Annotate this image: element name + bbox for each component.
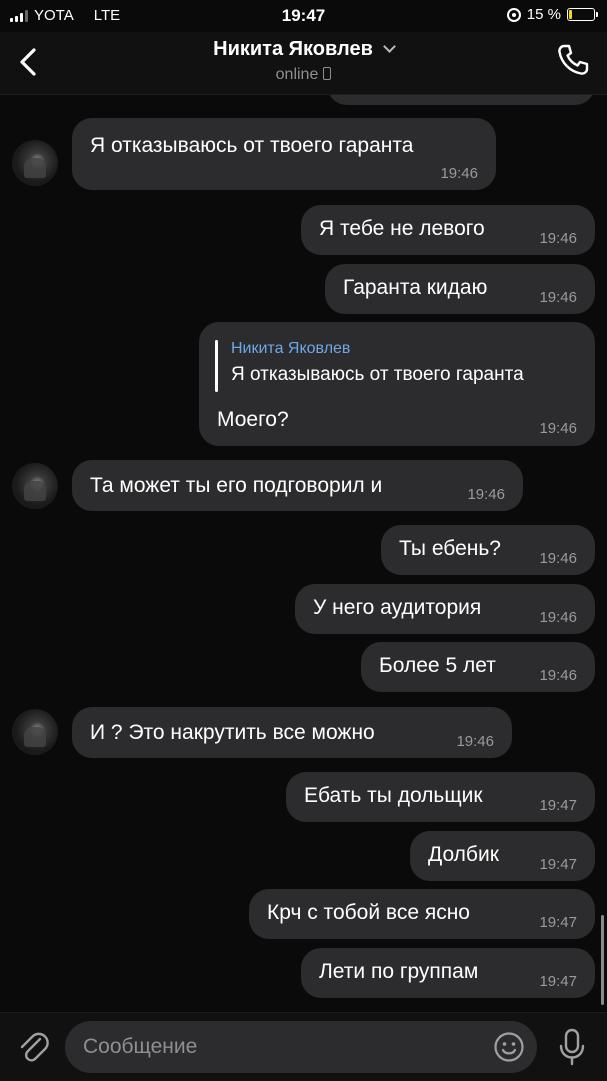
rotation-lock-icon — [506, 7, 521, 22]
message-time: 19:46 — [539, 289, 577, 306]
microphone-icon[interactable] — [556, 1027, 588, 1067]
outgoing-message[interactable]: Я тебе не левого 19:46 — [301, 205, 595, 255]
battery-level — [569, 10, 572, 19]
chat-header: Никита Яковлев online — [0, 32, 607, 95]
incoming-message[interactable]: И ? Это накрутить все можно 19:46 — [72, 707, 512, 758]
message-time: 19:47 — [539, 856, 577, 873]
outgoing-message[interactable]: Долбик 19:47 — [410, 831, 595, 881]
message-time: 19:47 — [539, 914, 577, 931]
status-bar: YOTA LTE 19:47 15 % — [0, 0, 607, 32]
reply-text[interactable]: Я отказываюсь от твоего гаранта — [231, 364, 524, 386]
message-time: 19:46 — [539, 550, 577, 567]
message-time: 19:46 — [539, 420, 577, 437]
message-text: Гаранта кидаю — [343, 276, 488, 299]
message-time: 19:47 — [539, 973, 577, 990]
message-bubble-partial — [327, 95, 595, 105]
outgoing-message[interactable]: Крч с тобой все ясно 19:47 — [249, 889, 595, 939]
message-placeholder: Сообщение — [83, 1035, 198, 1058]
message-time: 19:47 — [539, 797, 577, 814]
avatar[interactable] — [12, 463, 58, 509]
composer-bar: Сообщение — [0, 1012, 607, 1081]
presence-status: online — [0, 66, 607, 84]
message-text: Более 5 лет — [379, 654, 496, 677]
message-text: Ебать ты дольщик — [304, 784, 483, 807]
avatar[interactable] — [12, 140, 58, 186]
message-text: Долбик — [428, 843, 499, 866]
message-text: У него аудитория — [313, 596, 482, 619]
phone-call-icon[interactable] — [555, 42, 591, 78]
message-text: Лети по группам — [319, 960, 479, 983]
message-text: Ты ебень? — [399, 537, 501, 560]
contact-name: Никита Яковлев — [213, 38, 373, 60]
reply-quote-bar — [215, 340, 218, 392]
battery-percent: 15 % — [526, 6, 561, 23]
outgoing-message[interactable]: Гаранта кидаю 19:46 — [325, 264, 595, 314]
message-time: 19:46 — [539, 230, 577, 247]
outgoing-message[interactable]: Более 5 лет 19:46 — [361, 642, 595, 692]
outgoing-message[interactable]: Лети по группам 19:47 — [301, 948, 595, 998]
paperclip-icon[interactable] — [16, 1027, 50, 1065]
message-time: 19:46 — [539, 609, 577, 626]
avatar[interactable] — [12, 709, 58, 755]
message-input[interactable]: Сообщение — [65, 1021, 537, 1073]
reply-author[interactable]: Никита Яковлев — [231, 340, 350, 358]
incoming-message[interactable]: Я отказываюсь от твоего гаранта 19:46 — [72, 118, 496, 190]
chat-title[interactable]: Никита Яковлев — [0, 38, 607, 61]
message-text: И ? Это накрутить все можно — [90, 721, 375, 744]
message-time: 19:46 — [539, 667, 577, 684]
status-right: 15 % — [506, 6, 598, 23]
message-text: Я тебе не левого — [319, 217, 485, 240]
message-time: 19:46 — [467, 486, 505, 503]
message-text: Я отказываюсь от твоего гаранта — [90, 134, 414, 157]
chevron-down-icon — [383, 40, 396, 53]
message-text: Моего? — [217, 408, 289, 431]
message-time: 19:46 — [440, 165, 478, 182]
mobile-device-icon — [323, 67, 332, 80]
message-text: Та может ты его подговорил и — [90, 474, 383, 497]
outgoing-message[interactable]: Ты ебень? 19:46 — [381, 525, 595, 575]
message-text: Крч с тобой все ясно — [267, 901, 470, 924]
outgoing-message[interactable]: У него аудитория 19:46 — [295, 584, 595, 634]
battery-icon — [567, 8, 598, 21]
outgoing-message[interactable]: Ебать ты дольщик 19:47 — [286, 772, 595, 822]
emoji-icon[interactable] — [493, 1031, 525, 1063]
scrollbar[interactable] — [601, 915, 604, 1005]
message-time: 19:46 — [456, 733, 494, 750]
outgoing-reply-message[interactable]: Никита Яковлев Я отказываюсь от твоего г… — [199, 322, 595, 446]
message-list[interactable]: Я отказываюсь от твоего гаранта 19:46 Я … — [0, 95, 607, 1012]
online-label: online — [275, 66, 319, 83]
incoming-message[interactable]: Та может ты его подговорил и 19:46 — [72, 460, 523, 511]
